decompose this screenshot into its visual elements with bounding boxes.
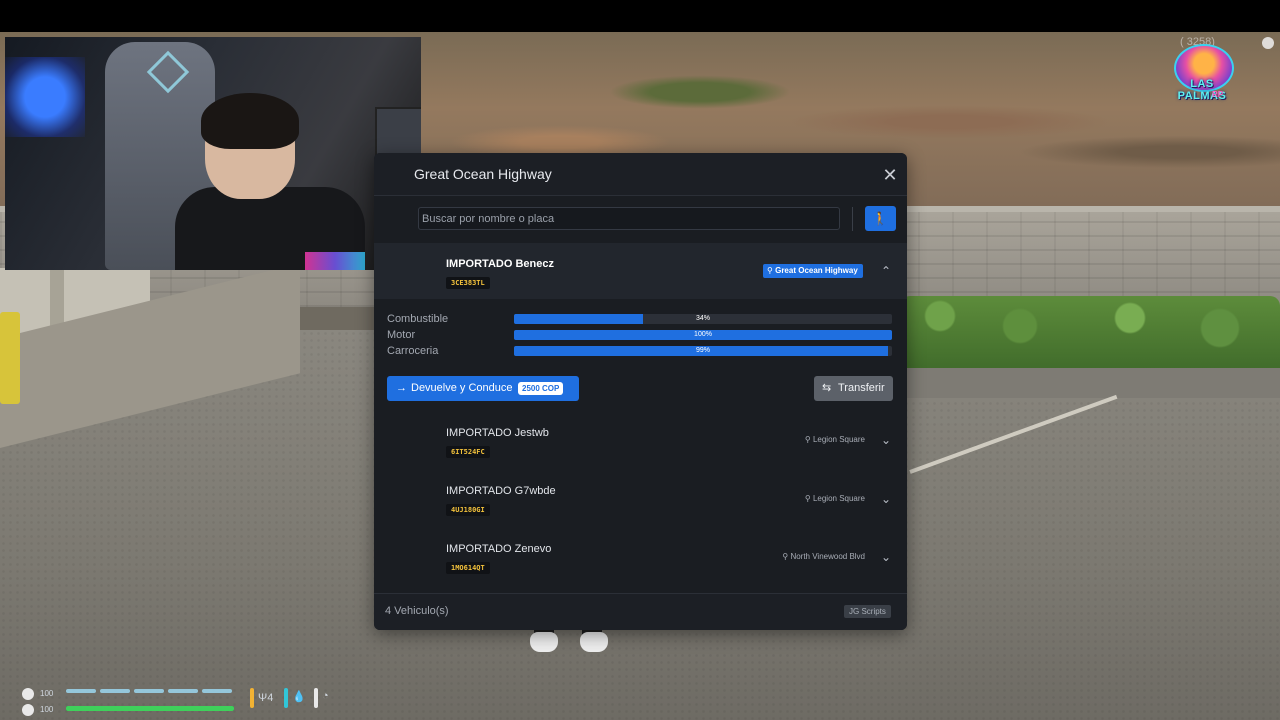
vehicle-count: 4 Vehiculo(s) — [385, 605, 449, 617]
stat-label: Combustible — [387, 313, 449, 325]
vehicle-row[interactable]: IMPORTADO Jestwb 6IT524FC ⚲ Legion Squar… — [374, 419, 907, 475]
fuel-bar: 34% — [514, 314, 892, 324]
expand-button[interactable]: ⌄ — [879, 433, 893, 447]
location-label: ⚲ Legion Square — [805, 494, 865, 503]
stat-label: Carroceria — [387, 345, 439, 357]
logo-name: LAS PALMAS — [1177, 78, 1227, 102]
chevron-down-icon: ⌄ — [880, 550, 892, 564]
close-icon: ✕ — [882, 165, 898, 185]
vehicle-plate: 6IT524FC — [446, 446, 490, 458]
streamer-webcam — [5, 37, 421, 270]
engine-bar: 100% — [514, 330, 892, 340]
server-logo: LAS PALMAS RP — [1168, 44, 1236, 106]
transfer-label: Transferir — [838, 382, 885, 394]
vehicle-plate: 4UJ180GI — [446, 504, 490, 516]
location-label: ⚲ North Vinewood Blvd — [782, 552, 865, 561]
walking-person-icon: 🚶 — [872, 211, 889, 226]
vehicle-name: IMPORTADO Jestwb — [446, 427, 549, 439]
location-pin-icon: ⚲ — [782, 552, 789, 561]
vehicle-row[interactable]: IMPORTADO G7wbde 4UJ180GI ⚲ Legion Squar… — [374, 478, 907, 534]
vehicle-name: IMPORTADO G7wbde — [446, 485, 556, 497]
location-badge: ⚲ Great Ocean Highway — [763, 264, 863, 278]
brand-badge: JG Scripts — [844, 605, 891, 618]
stat-label: Motor — [387, 329, 416, 341]
armor-segment — [66, 689, 96, 693]
chevron-up-icon: ⌃ — [880, 264, 892, 278]
letterbox-top — [0, 0, 1280, 32]
location-label: ⚲ Legion Square — [805, 435, 865, 444]
transfer-icon: ⇆ — [822, 382, 832, 394]
chevron-down-icon: ⌄ — [880, 492, 892, 506]
player-status-hud: 100 100 Ψ4 💧 ◔ — [18, 684, 378, 718]
armor-segment — [168, 689, 198, 693]
collapse-button[interactable]: ⌃ — [879, 264, 893, 278]
curb — [900, 368, 1280, 398]
hunger-bar — [250, 688, 254, 708]
hunger-icon: Ψ4 — [258, 692, 274, 704]
body-bar: 99% — [514, 346, 892, 356]
panel-footer: 4 Vehiculo(s) JG Scripts — [374, 593, 907, 630]
health-bar — [66, 706, 234, 711]
water-drop-icon: 💧 — [292, 691, 306, 703]
location-text: Legion Square — [812, 435, 865, 444]
health-value: 100 — [40, 705, 54, 714]
armor-icon — [22, 688, 34, 700]
engine-bar-text: 100% — [694, 331, 712, 338]
location-text: Great Ocean Highway — [775, 266, 858, 275]
hedge — [900, 296, 1280, 374]
walk-button[interactable]: 🚶 — [865, 206, 896, 231]
yellow-bollard — [0, 312, 20, 404]
location-pin-icon: ⚲ — [804, 494, 811, 503]
arrow-right-icon: → — [396, 382, 407, 394]
vehicle-row[interactable]: IMPORTADO Benecz 3CE383TL ⚲ Great Ocean … — [374, 243, 907, 299]
transfer-button[interactable]: ⇆ Transferir — [814, 376, 893, 401]
heart-icon — [22, 704, 34, 716]
armor-segment — [202, 689, 232, 693]
fuel-bar-text: 34% — [695, 315, 710, 322]
player-character-feet — [530, 622, 620, 658]
thirst-bar — [284, 688, 288, 708]
close-button[interactable]: ✕ — [879, 164, 901, 186]
search-input[interactable] — [418, 207, 840, 230]
garage-title: Great Ocean Highway — [414, 166, 552, 182]
body-bar-text: 99% — [695, 347, 710, 354]
expand-button[interactable]: ⌄ — [879, 550, 893, 564]
garage-panel: Great Ocean Highway ✕ 🚶 IMPORTADO Benecz… — [374, 153, 907, 630]
vehicle-plate: 3CE383TL — [446, 277, 490, 289]
search-divider — [852, 207, 853, 231]
cost-badge: 2500 COP — [518, 382, 564, 395]
return-and-drive-label: Devuelve y Conduce — [411, 382, 513, 394]
armor-segment — [134, 689, 164, 693]
vehicle-row[interactable]: IMPORTADO Zenevo 1MO614QT ⚲ North Vinewo… — [374, 536, 907, 592]
location-text: North Vinewood Blvd — [790, 552, 865, 561]
logo-sub: RP — [1212, 90, 1224, 99]
streamer-hair — [201, 93, 299, 149]
expand-button[interactable]: ⌄ — [879, 492, 893, 506]
vehicle-name: IMPORTADO Zenevo — [446, 543, 552, 555]
vehicle-plate: 1MO614QT — [446, 562, 490, 574]
stress-bar — [314, 688, 318, 708]
rgb-keyboard — [305, 252, 365, 270]
location-pin-icon: ⚲ — [804, 435, 811, 444]
chevron-down-icon: ⌄ — [880, 433, 892, 447]
user-icon — [1262, 37, 1274, 49]
armor-value: 100 — [40, 689, 54, 698]
brain-icon: ◔ — [322, 690, 329, 702]
armor-segment — [100, 689, 130, 693]
return-and-drive-button[interactable]: → Devuelve y Conduce 2500 COP — [387, 376, 579, 401]
vehicle-name: IMPORTADO Benecz — [446, 258, 554, 270]
health-bar-fill — [66, 706, 234, 711]
location-text: Legion Square — [812, 494, 865, 503]
location-pin-icon: ⚲ — [767, 266, 773, 275]
monitor-glow — [5, 57, 85, 137]
